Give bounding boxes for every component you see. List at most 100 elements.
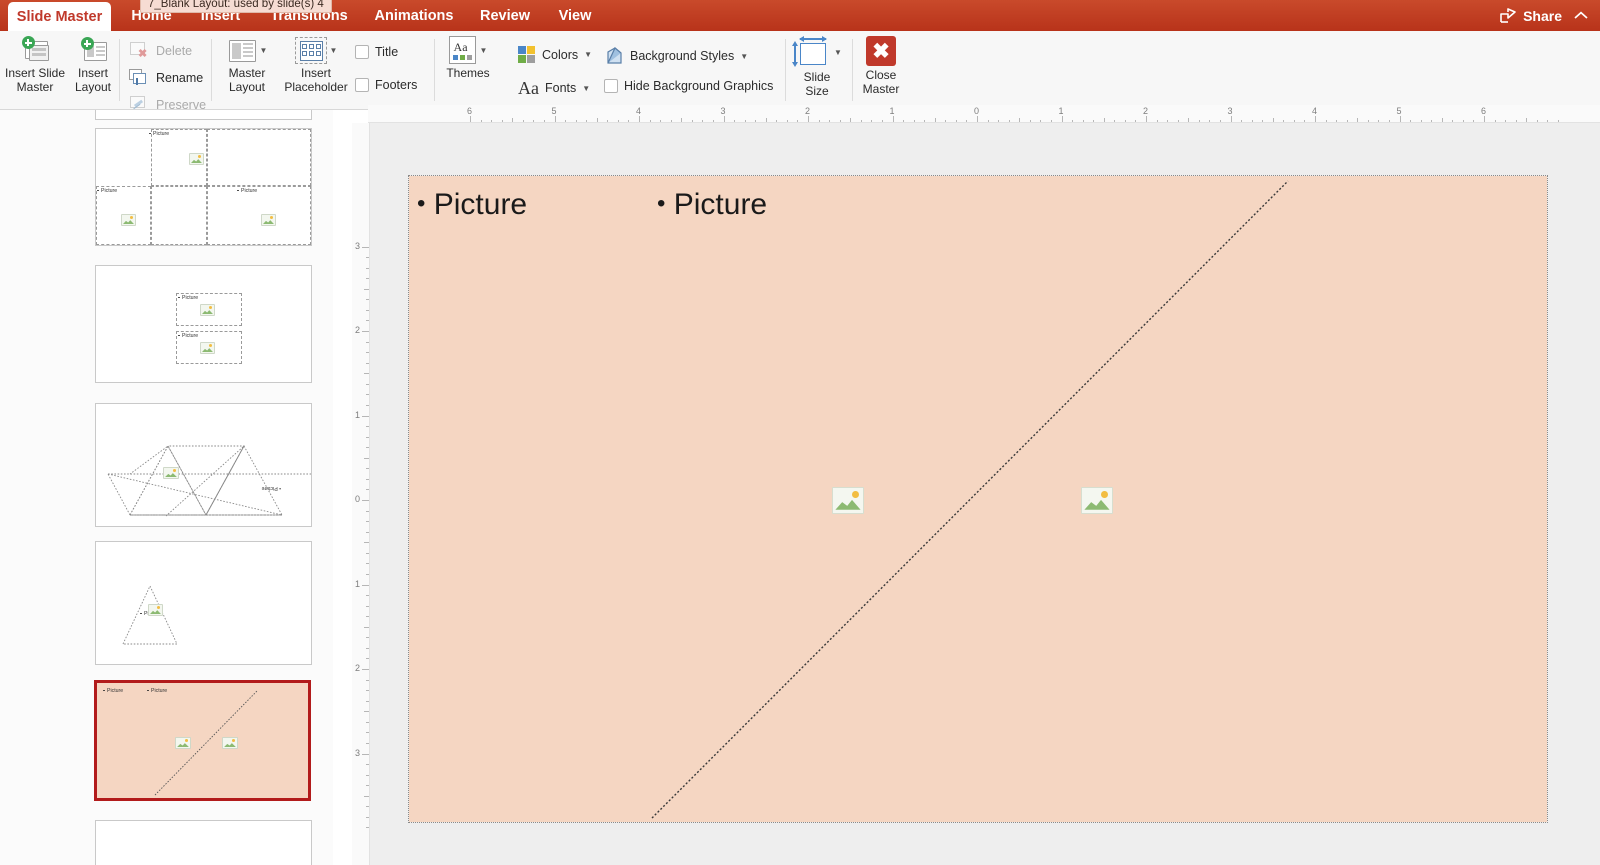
slide-layout-thumbnail-pane[interactable]: Picture Picture Picture Picture Picture bbox=[0, 110, 333, 865]
thumb-picture-icon bbox=[148, 604, 163, 616]
colors-button[interactable]: Colors ▼ bbox=[518, 46, 592, 63]
fonts-button[interactable]: Aa Fonts ▼ bbox=[518, 79, 590, 97]
sun-icon bbox=[852, 491, 859, 498]
background-styles-icon bbox=[604, 46, 624, 66]
ruler-tick-label: 1 bbox=[355, 410, 360, 420]
rename-label: Rename bbox=[156, 71, 203, 85]
ruler-tick-label: 6 bbox=[467, 106, 472, 116]
layout-thumb-triangle[interactable]: Picture bbox=[95, 541, 312, 665]
hide-background-graphics-checkbox[interactable] bbox=[604, 79, 618, 93]
layout-thumb-blank-selected[interactable]: Picture Picture bbox=[94, 680, 311, 801]
chevron-up-icon[interactable] bbox=[1574, 0, 1588, 31]
share-button[interactable]: Share bbox=[1500, 0, 1562, 31]
layout-thumb-triangles[interactable]: • Picture bbox=[95, 403, 312, 527]
tab-animations[interactable]: Animations bbox=[368, 0, 460, 31]
tab-label: View bbox=[559, 8, 592, 24]
layout-thumb-next[interactable] bbox=[95, 820, 312, 865]
ruler-tick-label: 3 bbox=[721, 106, 726, 116]
tab-view[interactable]: View bbox=[551, 0, 599, 31]
share-arrow-icon bbox=[1500, 8, 1517, 23]
title-checkbox[interactable] bbox=[355, 45, 369, 59]
slide-size-label: Slide Size bbox=[804, 71, 831, 98]
rename-slide-icon bbox=[128, 68, 150, 87]
thumb-picture-label: Picture bbox=[101, 188, 117, 194]
thumb-picture-icon bbox=[261, 214, 276, 226]
hide-background-graphics-row[interactable]: Hide Background Graphics bbox=[604, 79, 773, 93]
footers-label: Footers bbox=[375, 78, 417, 92]
thumb-picture-label: Picture bbox=[182, 333, 198, 339]
close-master-x-icon: ✖ bbox=[864, 36, 898, 66]
insert-placeholder-icon: ▼ bbox=[291, 36, 341, 64]
insert-slide-master-icon bbox=[19, 36, 52, 64]
thumb-picture-icon bbox=[200, 304, 215, 316]
layout-thumb-partial[interactable] bbox=[95, 110, 312, 120]
layout-thumb-four-pane[interactable]: Picture Picture Picture bbox=[95, 128, 312, 246]
fonts-aa-icon: Aa bbox=[518, 79, 539, 97]
delete-label: Delete bbox=[156, 44, 192, 58]
ruler-tick-label: 0 bbox=[974, 106, 979, 116]
picture-placeholder-left[interactable] bbox=[832, 487, 864, 514]
ruler-tick-label: 1 bbox=[355, 579, 360, 589]
chevron-down-icon[interactable]: ▼ bbox=[480, 46, 488, 55]
chevron-down-icon[interactable]: ▼ bbox=[582, 84, 590, 93]
master-layout-button[interactable]: ▼ Master Layout bbox=[212, 36, 282, 94]
chevron-down-icon[interactable]: ▼ bbox=[584, 50, 592, 59]
ruler-tick-label: 4 bbox=[1312, 106, 1317, 116]
background-styles-label: Background Styles bbox=[630, 49, 734, 63]
color-swatches-icon bbox=[518, 46, 536, 63]
vertical-ruler: 3210123 bbox=[352, 123, 370, 865]
footers-checkbox[interactable] bbox=[355, 78, 369, 92]
thumb-picture-icon bbox=[121, 214, 136, 226]
title-checkbox-row[interactable]: Title bbox=[355, 45, 398, 59]
ruler-tick-label: 3 bbox=[355, 748, 360, 758]
insert-layout-button[interactable]: Insert Layout bbox=[58, 36, 128, 94]
ruler-tick-label: 5 bbox=[1397, 106, 1402, 116]
delete-button[interactable]: ✖ Delete bbox=[128, 41, 192, 60]
picture-placeholder-right[interactable] bbox=[1081, 487, 1113, 514]
hide-background-graphics-label: Hide Background Graphics bbox=[624, 79, 773, 93]
ribbon: Insert Slide Master Insert Layout ✖ Dele… bbox=[0, 31, 1600, 110]
picture-icon bbox=[835, 498, 860, 510]
slide-title-right[interactable]: • Picture bbox=[657, 188, 767, 222]
ruler-tick-label: 2 bbox=[1143, 106, 1148, 116]
share-label: Share bbox=[1523, 8, 1562, 24]
background-styles-button[interactable]: Background Styles ▼ bbox=[604, 46, 748, 66]
ruler-tick-label: 5 bbox=[552, 106, 557, 116]
ruler-tick-label: 2 bbox=[805, 106, 810, 116]
close-master-label: Close Master bbox=[863, 69, 900, 96]
horizontal-ruler: 6543210123456 bbox=[368, 105, 1600, 123]
ruler-tick-label: 2 bbox=[355, 325, 360, 335]
layout-thumb-stacked[interactable]: Picture Picture bbox=[95, 265, 312, 383]
thumb-picture-icon bbox=[200, 342, 215, 354]
delete-slide-icon: ✖ bbox=[128, 41, 150, 60]
thumb-picture-label: Picture bbox=[153, 131, 169, 137]
rename-button[interactable]: Rename bbox=[128, 68, 203, 87]
slide-size-button[interactable]: ▼ Slide Size bbox=[786, 36, 848, 98]
slide-editing-surface[interactable]: • Picture • Picture bbox=[409, 176, 1547, 822]
chevron-down-icon[interactable]: ▼ bbox=[740, 52, 748, 61]
footers-checkbox-row[interactable]: Footers bbox=[355, 78, 417, 92]
insert-layout-label: Insert Layout bbox=[75, 67, 111, 94]
themes-icon: Aa ▼ bbox=[442, 36, 494, 64]
themes-button[interactable]: Aa ▼ Themes bbox=[437, 36, 499, 81]
thumb-picture-icon bbox=[175, 737, 191, 749]
tab-slide-master[interactable]: Slide Master bbox=[8, 2, 111, 31]
diagonal-line-shape[interactable] bbox=[409, 176, 1547, 822]
tab-label: Review bbox=[480, 8, 530, 24]
thumb-picture-icon bbox=[189, 153, 204, 165]
insert-layout-icon bbox=[77, 36, 110, 64]
insert-placeholder-button[interactable]: ▼ Insert Placeholder bbox=[276, 36, 356, 94]
ruler-tick-label: 1 bbox=[890, 106, 895, 116]
tab-label: Slide Master bbox=[17, 9, 102, 25]
ruler-tick-label: 3 bbox=[1228, 106, 1233, 116]
close-master-button[interactable]: ✖ Close Master bbox=[850, 36, 912, 96]
chevron-down-icon[interactable]: ▼ bbox=[260, 46, 268, 55]
chevron-down-icon[interactable]: ▼ bbox=[330, 46, 338, 55]
slide-title-left[interactable]: • Picture bbox=[417, 188, 527, 222]
slide-canvas-area[interactable]: • Picture • Picture bbox=[370, 123, 1600, 865]
tab-review[interactable]: Review bbox=[472, 0, 538, 31]
svg-text:• Picture: • Picture bbox=[261, 485, 281, 491]
chevron-down-icon[interactable]: ▼ bbox=[834, 48, 842, 57]
fonts-label: Fonts bbox=[545, 81, 576, 95]
ruler-tick-label: 1 bbox=[1059, 106, 1064, 116]
